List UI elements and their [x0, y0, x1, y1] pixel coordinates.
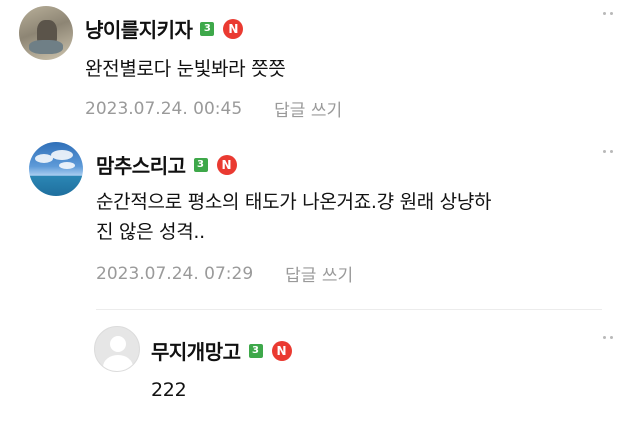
nickname[interactable]: 맘추스리고 — [96, 150, 186, 179]
more-options-icon[interactable] — [603, 12, 613, 15]
comment-text: 222 — [151, 379, 187, 401]
reply-divider — [96, 309, 602, 310]
naver-badge-icon: N — [271, 340, 292, 361]
more-options-icon[interactable] — [603, 150, 613, 153]
avatar-cloud — [59, 162, 75, 169]
naver-badge-icon: N — [223, 18, 244, 39]
avatar-head — [110, 336, 126, 352]
comment-header: 맘추스리고 3 N — [96, 150, 237, 179]
avatar[interactable] — [29, 142, 83, 196]
nickname[interactable]: 냥이를지키자 — [85, 14, 193, 43]
comment-meta: 2023.07.24. 00:45 답글 쓰기 — [85, 96, 342, 122]
comment-header: 냥이를지키자 3 N — [85, 14, 244, 43]
avatar-cloud — [51, 150, 73, 160]
comment-meta: 2023.07.24. 07:29 답글 쓰기 — [96, 261, 353, 287]
level-badge-icon: 3 — [200, 21, 215, 36]
timestamp: 2023.07.24. 07:29 — [96, 263, 254, 284]
avatar-figure-base — [29, 40, 63, 54]
timestamp: 2023.07.24. 00:45 — [85, 98, 243, 119]
naver-badge-icon: N — [216, 154, 237, 175]
comment-list: 냥이를지키자 3 N 완전별로다 눈빛봐라 쯧쯧 2023.07.24. 00:… — [0, 0, 619, 423]
comment-text-line: 순간적으로 평소의 태도가 나온거죠.걍 원래 상냥하 — [96, 191, 492, 213]
reply-button[interactable]: 답글 쓰기 — [285, 261, 353, 286]
reply-button[interactable]: 답글 쓰기 — [274, 96, 342, 121]
avatar[interactable] — [94, 326, 140, 372]
comment-header: 무지개망고 3 N — [151, 336, 292, 365]
level-badge-icon: 3 — [248, 343, 263, 358]
avatar[interactable] — [19, 6, 73, 60]
avatar-body — [103, 355, 133, 371]
more-options-icon[interactable] — [603, 336, 613, 339]
comment-text: 완전별로다 눈빛봐라 쯧쯧 — [85, 58, 286, 80]
comment-text: 순간적으로 평소의 태도가 나온거죠.걍 원래 상냥하 진 않은 성격.. — [96, 187, 596, 247]
level-badge-icon: 3 — [193, 157, 208, 172]
nickname[interactable]: 무지개망고 — [151, 336, 241, 365]
comment-text-line: 진 않은 성격.. — [96, 221, 205, 243]
